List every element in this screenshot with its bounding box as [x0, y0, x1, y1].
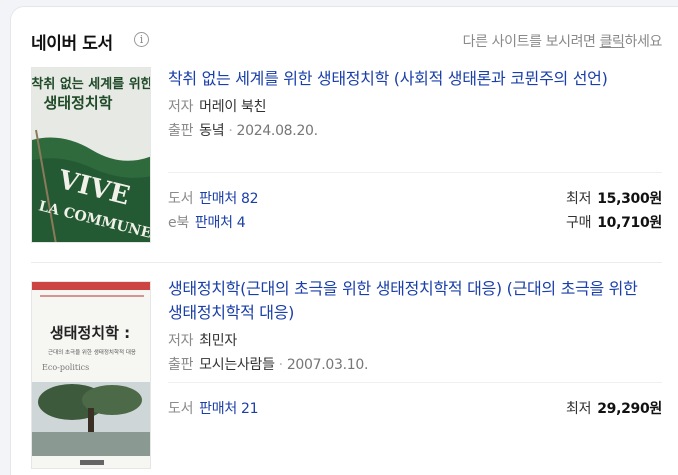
book-cover-art: 생태정치학 : 근대의 초극을 위한 생태정치학적 대응 Eco-politic…	[32, 282, 150, 468]
store-row-ebook: e북 판매처 4	[168, 212, 246, 232]
section-title: 네이버 도서	[31, 34, 113, 54]
price-value: 10,710원	[597, 215, 662, 231]
author-name: 머레이 북친	[199, 99, 267, 115]
cover-title-line2: 생태정치학	[43, 94, 112, 112]
author-label: 저자	[168, 99, 194, 115]
store-label: 도서	[168, 191, 194, 207]
seller-count-link[interactable]: 판매처 4	[195, 215, 246, 231]
author-row: 저자 최민자	[168, 331, 662, 351]
book-title-link[interactable]: 착취 없는 세계를 위한 생태정치학 (사회적 생태론과 코뮌주의 선언)	[168, 67, 648, 91]
other-site-notice: 다른 사이트를 보시려면 클릭하세요	[462, 31, 663, 51]
book-cover-art: 착취 없는 세계를 위한 생태정치학 VIVE LA COMMUNE	[32, 68, 151, 242]
lowest-price[interactable]: 최저 15,300원	[566, 188, 662, 208]
info-divider	[168, 382, 662, 383]
book-item: 착취 없는 세계를 위한 생태정치학 VIVE LA COMMUNE 착취 없는…	[31, 67, 662, 247]
naver-books-card: 네이버 도서 i 다른 사이트를 보시려면 클릭하세요 착취 없는 세계를 위한…	[10, 6, 678, 475]
notice-text-after: 하세요	[624, 34, 663, 50]
publisher-row: 출판 동녘 · 2024.08.20.	[168, 121, 662, 141]
price-label: 구매	[566, 215, 592, 231]
cover-title-line1: 착취 없는 세계를 위한	[32, 76, 151, 92]
price-label: 최저	[566, 401, 592, 417]
book-cover[interactable]: 생태정치학 : 근대의 초극을 위한 생태정치학적 대응 Eco-politic…	[31, 281, 151, 469]
store-label: e북	[168, 215, 189, 231]
author-name: 최민자	[199, 333, 237, 349]
publisher-label: 출판	[168, 123, 194, 139]
purchase-price[interactable]: 구매 10,710원	[566, 212, 662, 232]
publisher-name: 모시는사람들	[199, 357, 275, 373]
book-info: 착취 없는 세계를 위한 생태정치학 (사회적 생태론과 코뮌주의 선언) 저자…	[168, 67, 662, 141]
book-item: 생태정치학 : 근대의 초극을 위한 생태정치학적 대응 Eco-politic…	[31, 277, 662, 472]
notice-text-before: 다른 사이트를 보시려면	[462, 34, 600, 50]
info-icon[interactable]: i	[134, 32, 149, 47]
author-row: 저자 머레이 북친	[168, 97, 662, 117]
price-value: 29,290원	[597, 401, 662, 417]
publisher-name: 동녘	[199, 123, 225, 139]
cover-eng-title: Eco-politics	[42, 363, 89, 372]
book-title-link[interactable]: 생태정치학(근대의 초극을 위한 생태정치학적 대응) (근대의 초극을 위한 …	[168, 277, 648, 325]
seller-count-link[interactable]: 판매처 82	[199, 191, 258, 207]
store-row-book: 도서 판매처 82	[168, 188, 259, 208]
publish-date: 2007.03.10.	[286, 357, 369, 373]
publisher-label: 출판	[168, 357, 194, 373]
price-label: 최저	[566, 191, 592, 207]
publish-date: 2024.08.20.	[236, 123, 319, 139]
cover-title-line1: 생태정치학 :	[50, 324, 130, 342]
meta-separator: ·	[228, 123, 233, 139]
card-header: 네이버 도서 i 다른 사이트를 보시려면 클릭하세요	[31, 29, 663, 54]
store-row-book: 도서 판매처 21	[168, 398, 259, 418]
store-label: 도서	[168, 401, 194, 417]
cover-title-line2: 근대의 초극을 위한 생태정치학적 대응	[48, 348, 136, 356]
book-info: 생태정치학(근대의 초극을 위한 생태정치학적 대응) (근대의 초극을 위한 …	[168, 277, 662, 375]
item-divider	[31, 262, 662, 263]
info-divider	[168, 172, 662, 173]
book-cover[interactable]: 착취 없는 세계를 위한 생태정치학 VIVE LA COMMUNE	[31, 67, 151, 243]
publisher-row: 출판 모시는사람들 · 2007.03.10.	[168, 355, 662, 375]
author-label: 저자	[168, 333, 194, 349]
lowest-price[interactable]: 최저 29,290원	[566, 398, 662, 418]
meta-separator: ·	[278, 357, 283, 373]
other-site-click-link[interactable]: 클릭	[600, 34, 625, 50]
price-value: 15,300원	[597, 191, 662, 207]
seller-count-link[interactable]: 판매처 21	[199, 401, 258, 417]
